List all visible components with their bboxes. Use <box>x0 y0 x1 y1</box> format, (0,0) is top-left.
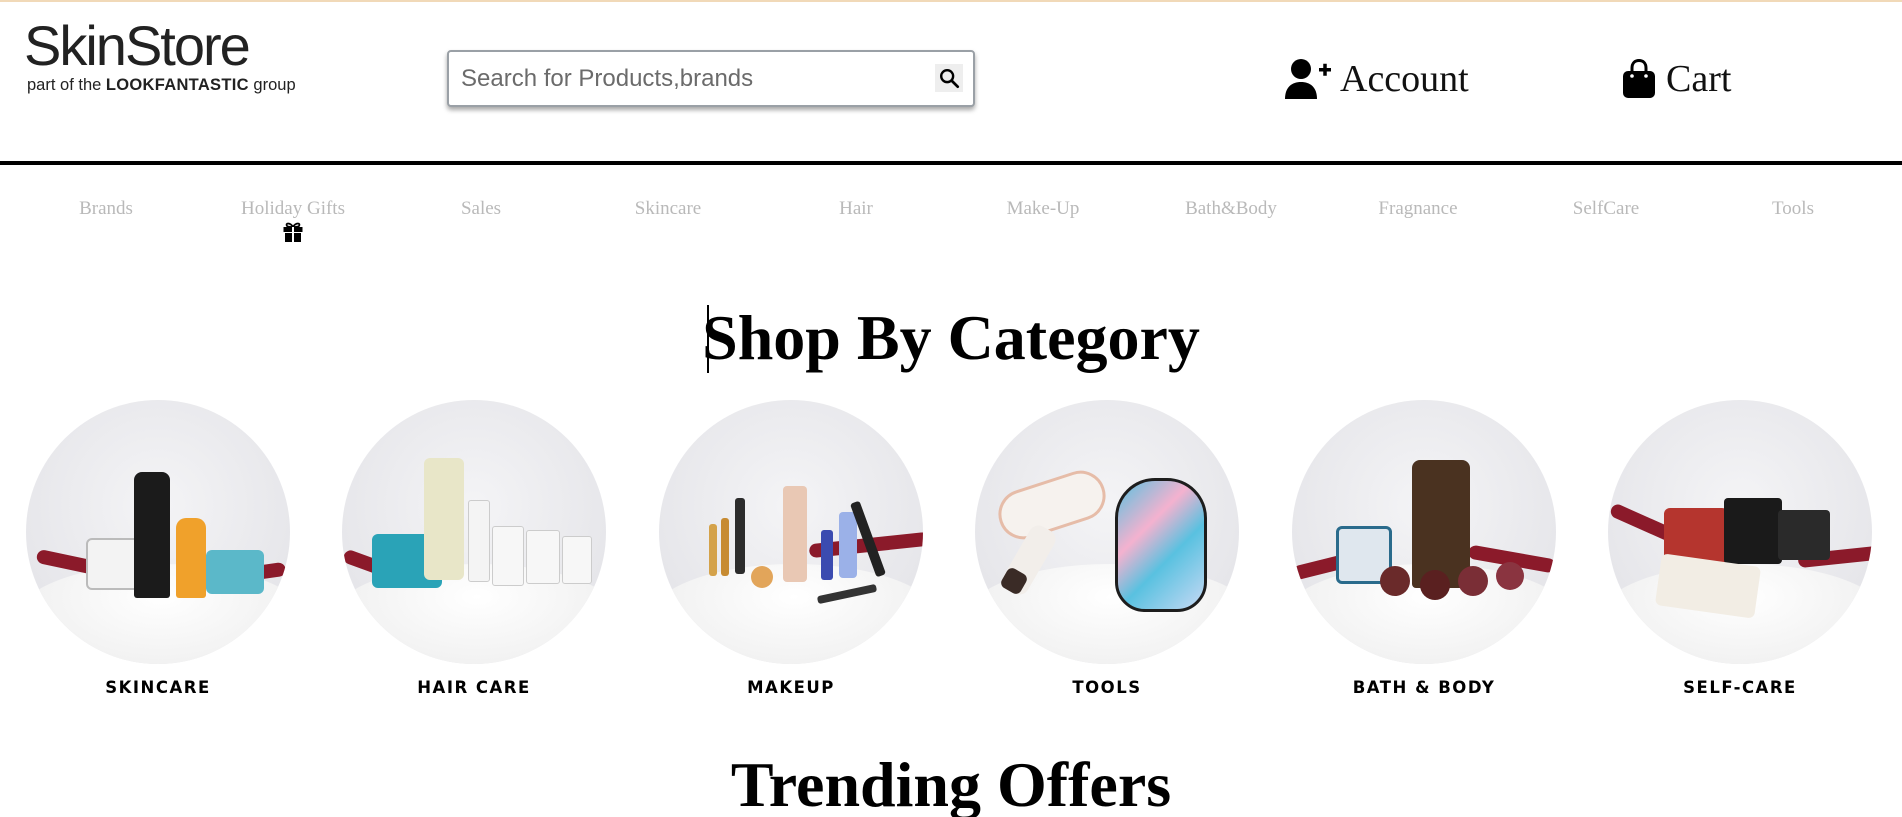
site-header: SkinStore part of the LOOKFANTASTIC grou… <box>0 2 1902 162</box>
category-image-hair-care <box>342 400 606 664</box>
nav-item-brands[interactable]: Brands <box>11 198 201 220</box>
logo-tagline-prefix: part of the <box>27 76 102 94</box>
nav-item-make-up[interactable]: Make-Up <box>948 198 1138 220</box>
category-skincare[interactable]: SKINCARE <box>26 400 290 700</box>
search-box <box>447 50 975 107</box>
shopping-bag-icon <box>1623 59 1655 98</box>
add-user-icon <box>1285 59 1331 99</box>
trending-offers-title: Trending Offers <box>730 749 1172 817</box>
search-input[interactable] <box>461 52 911 105</box>
logo-wordmark: SkinStore <box>24 14 251 77</box>
header-divider <box>0 161 1902 165</box>
nav-item-holiday-gifts[interactable]: Holiday Gifts <box>198 198 388 220</box>
category-image-skincare <box>26 400 290 664</box>
gift-icon <box>283 222 303 242</box>
account-label: Account <box>1340 58 1469 100</box>
search-button[interactable] <box>935 64 963 92</box>
nav-item-bath-body[interactable]: Bath&Body <box>1136 198 1326 220</box>
category-image-makeup <box>659 400 923 664</box>
logo-tagline: part of the LOOKFANTASTIC group <box>27 76 296 95</box>
cart-label: Cart <box>1666 58 1732 100</box>
logo-tagline-brand: LOOKFANTASTIC <box>105 76 249 94</box>
nav-item-skincare[interactable]: Skincare <box>573 198 763 220</box>
cart-link[interactable]: Cart <box>1622 54 1731 104</box>
category-grid: SKINCARE HAIR CARE MAKEUP TOOLS BATH & B… <box>0 400 1902 710</box>
category-image-tools <box>975 400 1239 664</box>
category-label: MAKEUP <box>747 678 835 697</box>
category-hair-care[interactable]: HAIR CARE <box>342 400 606 700</box>
nav-item-sales[interactable]: Sales <box>386 198 576 220</box>
main-nav: Brands Holiday Gifts Sales Skincare Hair… <box>0 190 1902 250</box>
category-label: BATH & BODY <box>1352 678 1496 697</box>
skinstore-logo[interactable]: SkinStore part of the LOOKFANTASTIC grou… <box>24 16 304 96</box>
account-link[interactable]: Account <box>1284 54 1469 104</box>
category-tools[interactable]: TOOLS <box>975 400 1239 700</box>
category-image-self-care <box>1608 400 1872 664</box>
text-cursor <box>707 305 709 373</box>
shop-by-category-title: Shop By Category <box>702 302 1200 373</box>
category-self-care[interactable]: SELF-CARE <box>1608 400 1872 700</box>
nav-item-hair[interactable]: Hair <box>761 198 951 220</box>
logo-tagline-suffix: group <box>253 76 296 94</box>
category-label: SKINCARE <box>105 678 211 697</box>
category-bath-body[interactable]: BATH & BODY <box>1292 400 1556 700</box>
nav-item-tools[interactable]: Tools <box>1698 198 1888 220</box>
category-makeup[interactable]: MAKEUP <box>659 400 923 700</box>
nav-item-fragrance[interactable]: Fragnance <box>1323 198 1513 220</box>
nav-item-selfcare[interactable]: SelfCare <box>1511 198 1701 220</box>
category-label: HAIR CARE <box>417 678 531 697</box>
category-label: TOOLS <box>1072 678 1142 697</box>
search-icon <box>940 69 960 89</box>
category-image-bath-body <box>1292 400 1556 664</box>
category-label: SELF-CARE <box>1683 678 1797 697</box>
